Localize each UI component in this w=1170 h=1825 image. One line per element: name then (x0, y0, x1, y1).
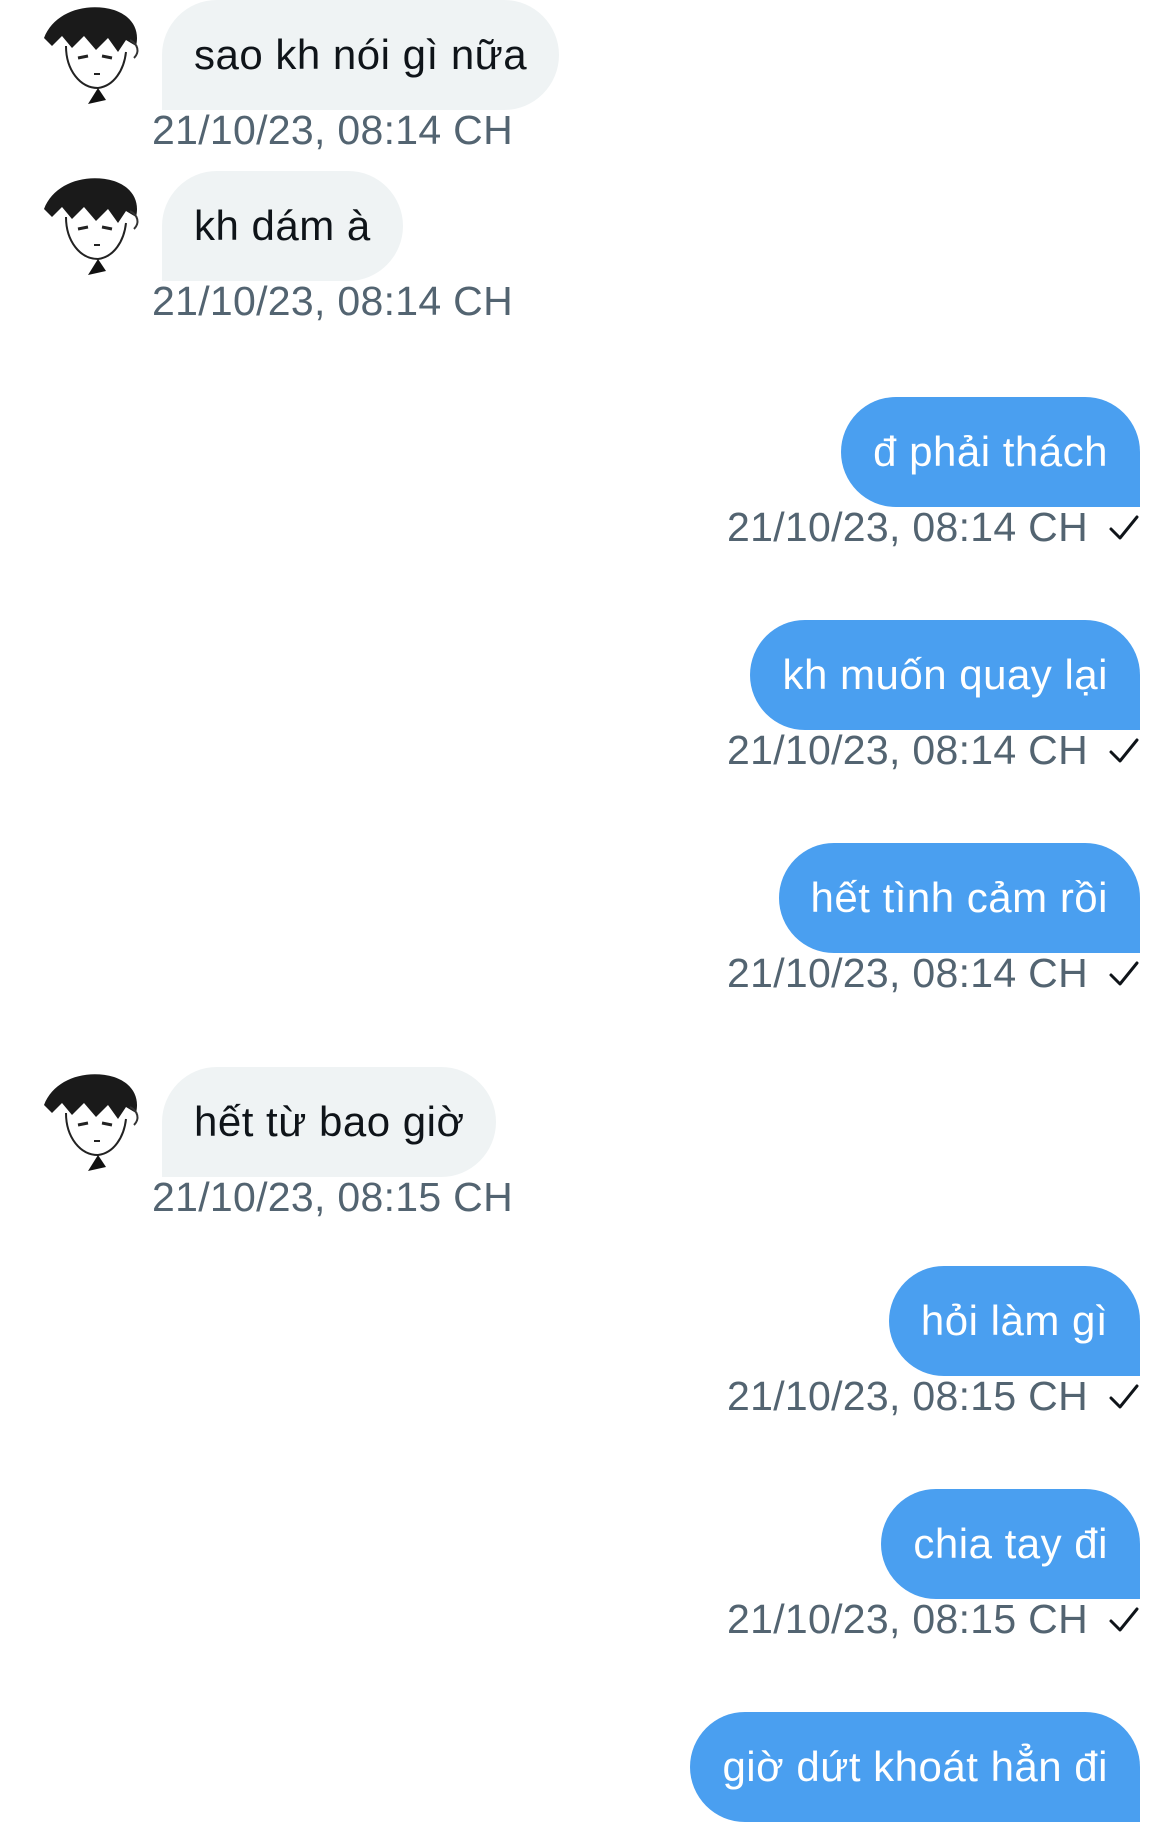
avatar-image (44, 178, 139, 275)
avatar[interactable] (36, 0, 146, 110)
message-bubble[interactable]: giờ dứt khoát hẳn đi (690, 1712, 1140, 1822)
message-bubble[interactable]: chia tay đi (881, 1489, 1140, 1599)
message-thread: sao kh nói gì nữa 21/10/23, 08:14 CH kh … (0, 0, 1170, 1825)
message-timestamp: 21/10/23, 08:14 CH (727, 504, 1088, 550)
message-timestamp: 21/10/23, 08:14 CH (152, 278, 513, 324)
message-timestamp: 21/10/23, 08:15 CH (727, 1596, 1088, 1642)
message-bubble[interactable]: hỏi làm gì (888, 1266, 1140, 1376)
message-meta: 21/10/23, 08:14 CH (727, 950, 1140, 997)
avatar-image (44, 1074, 139, 1171)
message-timestamp: 21/10/23, 08:14 CH (727, 950, 1088, 996)
message-meta: 21/10/23, 08:15 CH (727, 1373, 1140, 1420)
message-bubble[interactable]: sao kh nói gì nữa (162, 0, 560, 110)
message-bubble[interactable]: đ phải thách (841, 397, 1140, 507)
message-timestamp: 21/10/23, 08:15 CH (727, 1373, 1088, 1419)
message-bubble[interactable]: kh muốn quay lại (750, 620, 1140, 730)
message-timestamp: 21/10/23, 08:15 CH (152, 1174, 513, 1220)
avatar[interactable] (36, 171, 146, 281)
message-meta: 21/10/23, 08:15 CH (727, 1596, 1140, 1643)
checkmark-icon (1109, 961, 1139, 985)
checkmark-icon (1109, 515, 1139, 539)
avatar[interactable] (36, 1067, 146, 1177)
avatar-image (44, 7, 139, 104)
message-timestamp: 21/10/23, 08:14 CH (727, 727, 1088, 773)
message-meta: 21/10/23, 08:14 CH (727, 504, 1140, 551)
checkmark-icon (1109, 738, 1139, 762)
message-bubble[interactable]: hết tình cảm rồi (778, 843, 1140, 953)
message-bubble[interactable]: hết từ bao giờ (162, 1067, 497, 1177)
checkmark-icon (1109, 1384, 1139, 1408)
checkmark-icon (1109, 1607, 1139, 1631)
message-meta: 21/10/23, 08:14 CH (727, 727, 1140, 774)
message-timestamp: 21/10/23, 08:14 CH (152, 107, 513, 153)
message-bubble[interactable]: kh dám à (162, 171, 403, 281)
